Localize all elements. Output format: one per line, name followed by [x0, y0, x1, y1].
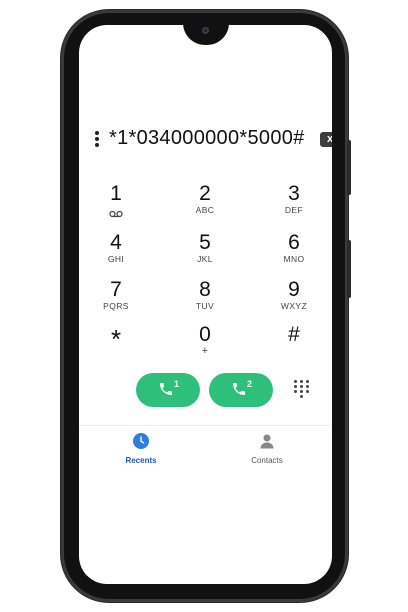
dialed-number[interactable]: *1*034000000*5000# [109, 127, 305, 150]
divider [79, 425, 332, 426]
power-button [347, 240, 351, 298]
sim2-label: 2 [247, 379, 253, 389]
key-letters: MNO [283, 254, 305, 264]
key-digit: 7 [110, 278, 122, 301]
key-digit: * [110, 324, 122, 354]
key-letters: JKL [197, 254, 213, 264]
key-9[interactable]: 9 WXYZ [264, 278, 324, 312]
key-digit: 3 [288, 182, 300, 205]
keypad-toggle-icon[interactable] [294, 380, 310, 400]
key-star[interactable]: * [86, 326, 146, 352]
phone-icon [160, 383, 172, 395]
key-digit: 1 [110, 182, 122, 205]
dial-bar: *1*034000000*5000# x [79, 127, 332, 153]
notch [183, 25, 229, 45]
tab-contacts[interactable]: Contacts [222, 433, 312, 465]
key-letters: + [201, 345, 209, 357]
call-sim2-button[interactable]: 2 [209, 373, 273, 407]
key-letters: GHI [107, 254, 125, 264]
key-digit: 4 [110, 231, 122, 254]
key-hash[interactable]: # [264, 324, 324, 346]
key-6[interactable]: 6 MNO [264, 231, 324, 265]
volume-button [347, 140, 351, 195]
key-3[interactable]: 3 DEF [264, 182, 324, 216]
person-icon [260, 434, 274, 449]
key-7[interactable]: 7 PQRS [86, 278, 146, 312]
key-digit: 8 [199, 278, 211, 301]
key-letters: TUV [195, 301, 215, 311]
front-camera-icon [202, 27, 209, 34]
backspace-icon[interactable]: x [320, 132, 332, 147]
tab-recents-label: Recents [125, 456, 157, 465]
key-0[interactable]: 0 + [175, 323, 235, 357]
key-1[interactable]: 1 [86, 182, 146, 218]
key-digit: 5 [199, 231, 211, 254]
more-options-icon[interactable] [93, 131, 101, 149]
key-letters: WXYZ [280, 301, 308, 311]
clock-icon [133, 433, 149, 449]
key-letters: ABC [195, 205, 215, 215]
key-digit: # [288, 323, 300, 346]
key-digit: 2 [199, 182, 211, 205]
key-4[interactable]: 4 GHI [86, 231, 146, 265]
phone-icon [233, 383, 245, 395]
tab-contacts-label: Contacts [251, 456, 283, 465]
sim1-label: 1 [174, 379, 180, 389]
voicemail-icon [86, 205, 146, 218]
tab-recents[interactable]: Recents [96, 433, 186, 465]
key-8[interactable]: 8 TUV [175, 278, 235, 312]
key-5[interactable]: 5 JKL [175, 231, 235, 265]
key-digit: 6 [288, 231, 300, 254]
key-digit: 9 [288, 278, 300, 301]
call-sim1-button[interactable]: 1 [136, 373, 200, 407]
phone-screen: *1*034000000*5000# x 1 2 ABC 3 DEF 4 GHI… [79, 25, 332, 584]
key-letters: DEF [284, 205, 304, 215]
key-2[interactable]: 2 ABC [175, 182, 235, 216]
key-digit: 0 [199, 323, 211, 346]
key-letters: PQRS [103, 301, 129, 311]
